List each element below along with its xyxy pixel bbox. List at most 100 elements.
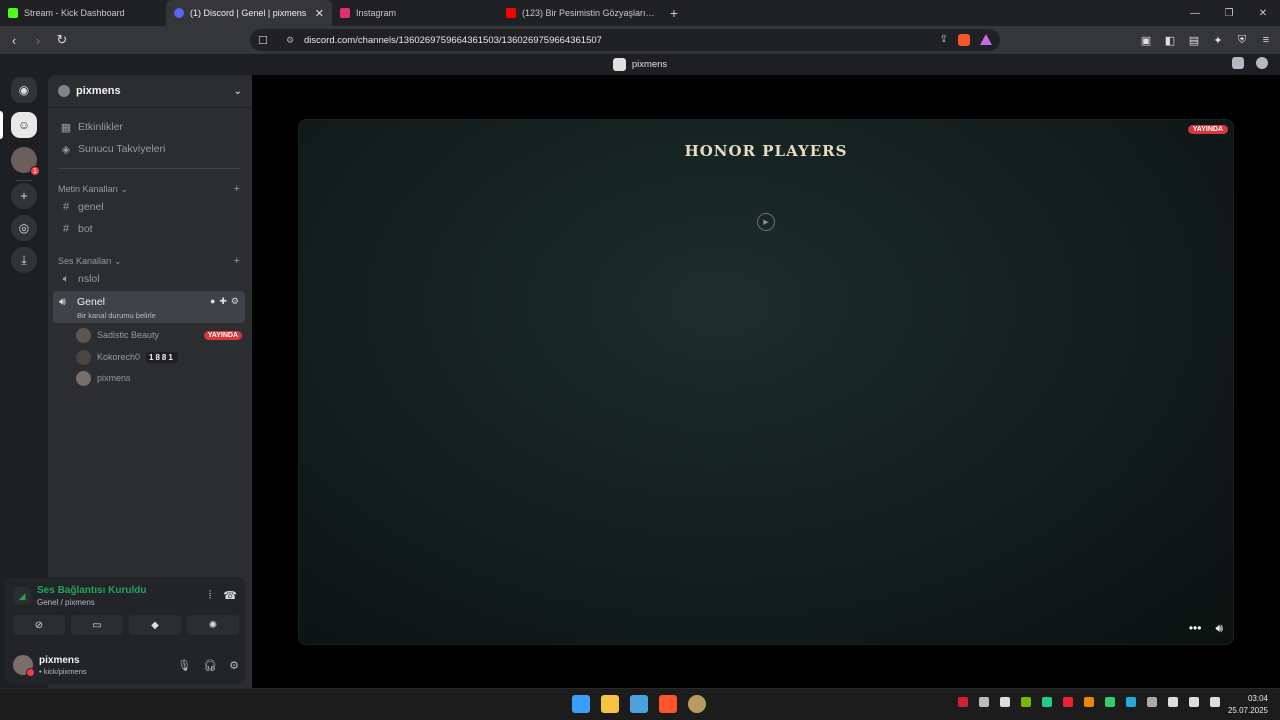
- maximize-icon[interactable]: ❐: [1212, 0, 1246, 26]
- clock[interactable]: 03:04 25.07.2025: [1228, 693, 1268, 717]
- help-icon[interactable]: [1256, 57, 1268, 69]
- voice-user[interactable]: Kokorech0 1881: [76, 347, 242, 367]
- reload-icon[interactable]: ↻: [52, 30, 72, 50]
- brave-shields-icon[interactable]: [958, 34, 970, 46]
- chat-icon[interactable]: ●: [210, 296, 215, 307]
- user-tag-badge: 1881: [146, 351, 178, 363]
- channel-status-placeholder[interactable]: Bir kanal durumu belirle: [77, 311, 156, 320]
- voice-user[interactable]: pixmens: [76, 368, 242, 388]
- browser-tab-discord[interactable]: (1) Discord | Genel | pixmens ✕: [166, 0, 332, 26]
- hashtag-icon: #: [62, 223, 70, 235]
- vpn-icon[interactable]: ⛨: [1234, 30, 1250, 50]
- instagram-favicon-icon: [340, 8, 350, 18]
- tray-app-icon[interactable]: [1042, 697, 1052, 707]
- browser-tab-instagram[interactable]: Instagram: [332, 0, 498, 26]
- avatar[interactable]: [13, 655, 35, 677]
- hashtag-icon: #: [62, 201, 70, 213]
- channel-genel[interactable]: # genel: [54, 196, 244, 218]
- more-options-icon[interactable]: •••: [1189, 621, 1202, 636]
- gear-icon[interactable]: ⚙: [231, 296, 239, 307]
- signal-icon[interactable]: ◢: [13, 587, 31, 605]
- close-tab-icon[interactable]: ✕: [315, 7, 324, 20]
- brave-rewards-icon[interactable]: [980, 34, 992, 45]
- tray-app-icon[interactable]: [1126, 697, 1136, 707]
- server-settings-gear-icon: [58, 85, 70, 97]
- nvidia-icon[interactable]: [1021, 697, 1031, 707]
- speaker-icon: 🔈︎: [62, 272, 70, 285]
- browser-tab-kick[interactable]: Stream - Kick Dashboard: [0, 0, 166, 26]
- tray-app-icon[interactable]: [979, 697, 989, 707]
- url-field[interactable]: ☐ ⚙ discord.com/channels/136026975966436…: [250, 29, 1000, 51]
- tray-app-icon[interactable]: [1105, 697, 1115, 707]
- server-pixmens-icon[interactable]: ☺: [11, 112, 37, 138]
- tray-app-icon[interactable]: [1063, 697, 1073, 707]
- sidebar-item-events[interactable]: ▦ Etkinlikler: [54, 116, 244, 138]
- browser-tab-bar: Stream - Kick Dashboard (1) Discord | Ge…: [0, 0, 1280, 26]
- soundboard-button[interactable]: ✺: [187, 615, 239, 635]
- file-explorer-icon[interactable]: [601, 695, 619, 713]
- close-window-icon[interactable]: ✕: [1246, 0, 1280, 26]
- voice-user[interactable]: Sadistic Beauty YAYINDA: [76, 325, 242, 345]
- back-icon[interactable]: ‹: [4, 30, 24, 50]
- server-group-icon[interactable]: 1: [11, 147, 40, 176]
- activity-button[interactable]: ◆: [129, 615, 181, 635]
- live-badge: YAYINDA: [1187, 125, 1228, 134]
- site-info-icon[interactable]: ⚙: [286, 35, 294, 46]
- add-server-icon[interactable]: +: [11, 183, 37, 209]
- headphones-icon[interactable]: 🎧︎: [203, 659, 217, 672]
- discord-home-icon[interactable]: ◉: [11, 77, 37, 103]
- share-icon[interactable]: ⇪: [940, 34, 948, 46]
- inbox-icon[interactable]: [1232, 57, 1244, 69]
- download-icon[interactable]: ⤓: [11, 247, 37, 273]
- screen-share-button[interactable]: ▭: [71, 615, 123, 635]
- battery-icon[interactable]: [1210, 697, 1220, 707]
- new-tab-button[interactable]: +: [664, 5, 684, 21]
- voice-status: Ses Bağlantısı Kuruldu: [37, 585, 147, 596]
- text-category-header[interactable]: Metin Kanalları ⌄ +: [58, 183, 240, 195]
- voice-channel-genel[interactable]: 🔊︎ Genel Bir kanal durumu belirle ● ✚ ⚙: [53, 291, 245, 323]
- windows-start-icon[interactable]: [572, 695, 590, 713]
- sidebar-item-boosts[interactable]: ◈ Sunucu Takviyeleri: [54, 138, 244, 160]
- voice-channel-path[interactable]: Genel / pixmens: [37, 598, 146, 607]
- explore-icon[interactable]: ◎: [11, 215, 37, 241]
- tray-app-icon[interactable]: [958, 697, 968, 707]
- microphone-icon[interactable]: 🎙︎: [177, 659, 191, 672]
- extensions-icon[interactable]: ▣: [1138, 30, 1154, 50]
- tray-app-icon[interactable]: [1000, 697, 1010, 707]
- wallet-icon[interactable]: ▤: [1186, 30, 1202, 50]
- voice-channel-nslol[interactable]: 🔈︎ nslol: [54, 268, 244, 290]
- menu-icon[interactable]: ≡: [1258, 30, 1274, 50]
- server-avatar-icon: [612, 58, 626, 71]
- volume-icon[interactable]: [1189, 697, 1199, 707]
- add-text-channel-icon[interactable]: +: [234, 183, 240, 195]
- channel-bot[interactable]: # bot: [54, 218, 244, 240]
- leo-ai-icon[interactable]: ✦: [1210, 30, 1226, 50]
- voice-category-header[interactable]: Ses Kanalları ⌄ +: [58, 255, 240, 267]
- bookmark-icon[interactable]: ☐: [258, 34, 268, 47]
- notification-badge: 1: [30, 166, 40, 176]
- league-of-legends-icon[interactable]: [688, 695, 706, 713]
- tray-app-icon[interactable]: [1084, 697, 1094, 707]
- disconnect-icon[interactable]: ☎: [223, 589, 237, 602]
- minimize-icon[interactable]: —: [1178, 0, 1212, 26]
- invite-icon[interactable]: ✚: [219, 296, 227, 307]
- chevron-down-icon: ⌄: [233, 85, 242, 97]
- volume-icon[interactable]: 🔊︎: [1215, 621, 1223, 636]
- main-content: HONOR PLAYERS YAYINDA ▶ ••• 🔊︎: [252, 75, 1280, 688]
- microphone-icon[interactable]: [1147, 697, 1157, 707]
- browser-tab-youtube[interactable]: (123) Bir Pesimistin Gözyaşları - YouTub…: [498, 0, 664, 26]
- server-header[interactable]: pixmens ⌄: [48, 75, 252, 108]
- server-name: pixmens: [76, 85, 121, 97]
- play-icon[interactable]: ▶: [757, 213, 775, 231]
- brave-browser-icon[interactable]: [659, 695, 677, 713]
- forward-icon[interactable]: ›: [28, 30, 48, 50]
- photos-icon[interactable]: [630, 695, 648, 713]
- stream-viewer[interactable]: HONOR PLAYERS YAYINDA ▶ ••• 🔊︎: [298, 119, 1234, 645]
- camera-off-button[interactable]: ⊘: [13, 615, 65, 635]
- sidebar-toggle-icon[interactable]: ◧: [1162, 30, 1178, 50]
- network-icon[interactable]: [1168, 697, 1178, 707]
- noise-suppression-icon[interactable]: ⦙: [209, 589, 211, 602]
- gear-icon[interactable]: ⚙: [229, 659, 239, 672]
- discord-favicon-icon: [174, 8, 184, 18]
- add-voice-channel-icon[interactable]: +: [234, 255, 240, 267]
